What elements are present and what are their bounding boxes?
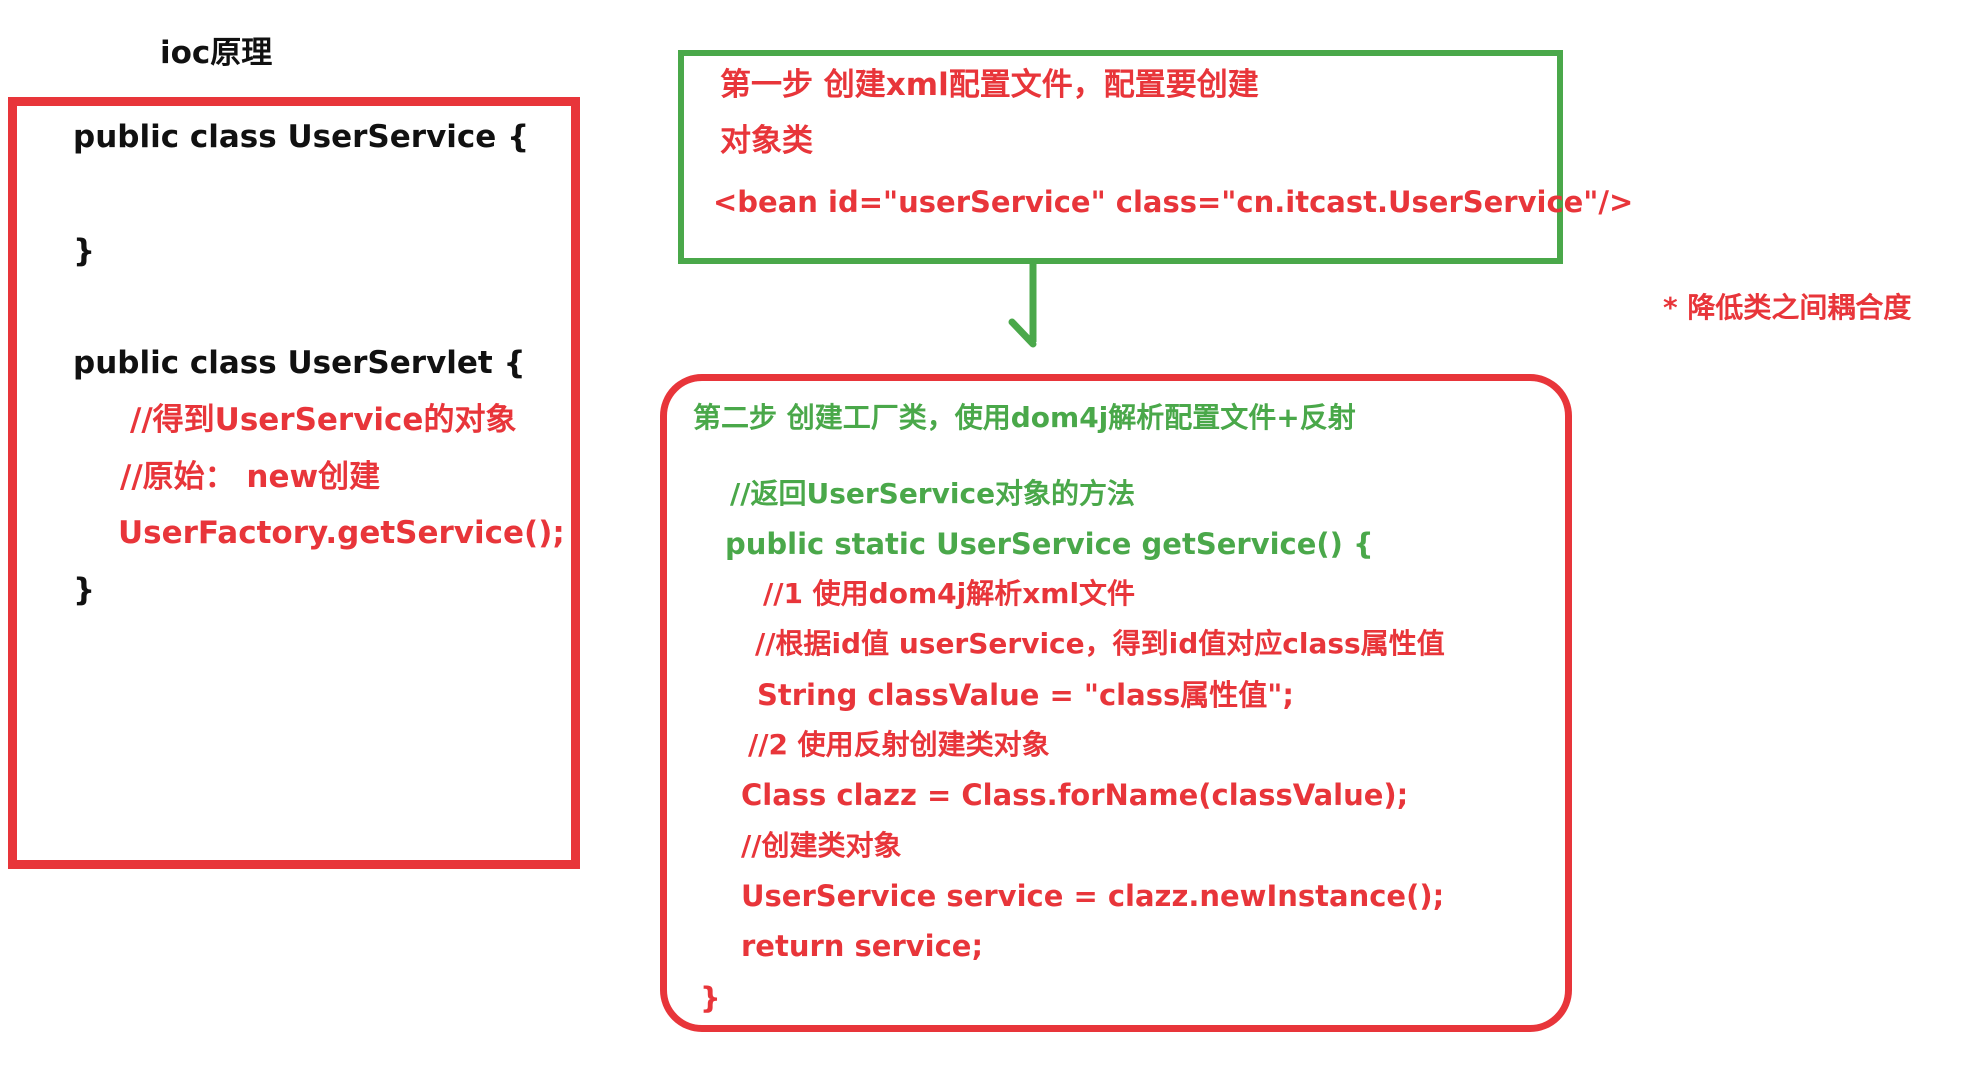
- code-line-factory-call: UserFactory.getService();: [118, 515, 565, 551]
- code-line-class-forname: Class clazz = Class.forName(classValue);: [741, 778, 1409, 812]
- step1-heading-line2: 对象类: [720, 123, 813, 159]
- code-line-userservice-class: public class UserService {: [73, 119, 530, 155]
- down-arrow-icon: [1008, 262, 1037, 348]
- code-line-return: return service;: [741, 929, 984, 963]
- code-comment-original-new: //原始： new创建: [120, 459, 381, 495]
- decoupling-note: * 降低类之间耦合度: [1663, 291, 1912, 324]
- code-line-getservice-signature: public static UserService getService() {: [725, 527, 1374, 561]
- step1-bean-config: <bean id="userService" class="cn.itcast.…: [713, 185, 1634, 219]
- code-line-classvalue: String classValue = "class属性值";: [757, 678, 1294, 712]
- code-comment-get-class-attr: //根据id值 userService，得到id值对应class属性值: [755, 627, 1445, 660]
- code-line-userservlet-close: }: [73, 572, 96, 608]
- step2-heading: 第二步 创建工厂类，使用dom4j解析配置文件+反射: [693, 401, 1356, 434]
- code-comment-create-object: //创建类对象: [741, 829, 902, 862]
- code-line-userservice-close: }: [73, 233, 96, 269]
- code-comment-reflection: //2 使用反射创建类对象: [748, 728, 1050, 761]
- step1-heading-line1: 第一步 创建xml配置文件，配置要创建: [720, 67, 1259, 103]
- diagram-title: ioc原理: [160, 35, 273, 71]
- code-line-newinstance: UserService service = clazz.newInstance(…: [741, 879, 1445, 913]
- code-comment-parse-xml: //1 使用dom4j解析xml文件: [763, 577, 1136, 610]
- code-line-userservlet-class: public class UserServlet {: [73, 345, 526, 381]
- code-comment-get-userservice: //得到UserService的对象: [130, 402, 517, 438]
- code-comment-return-method: //返回UserService对象的方法: [730, 477, 1136, 510]
- code-line-method-close: }: [700, 981, 721, 1015]
